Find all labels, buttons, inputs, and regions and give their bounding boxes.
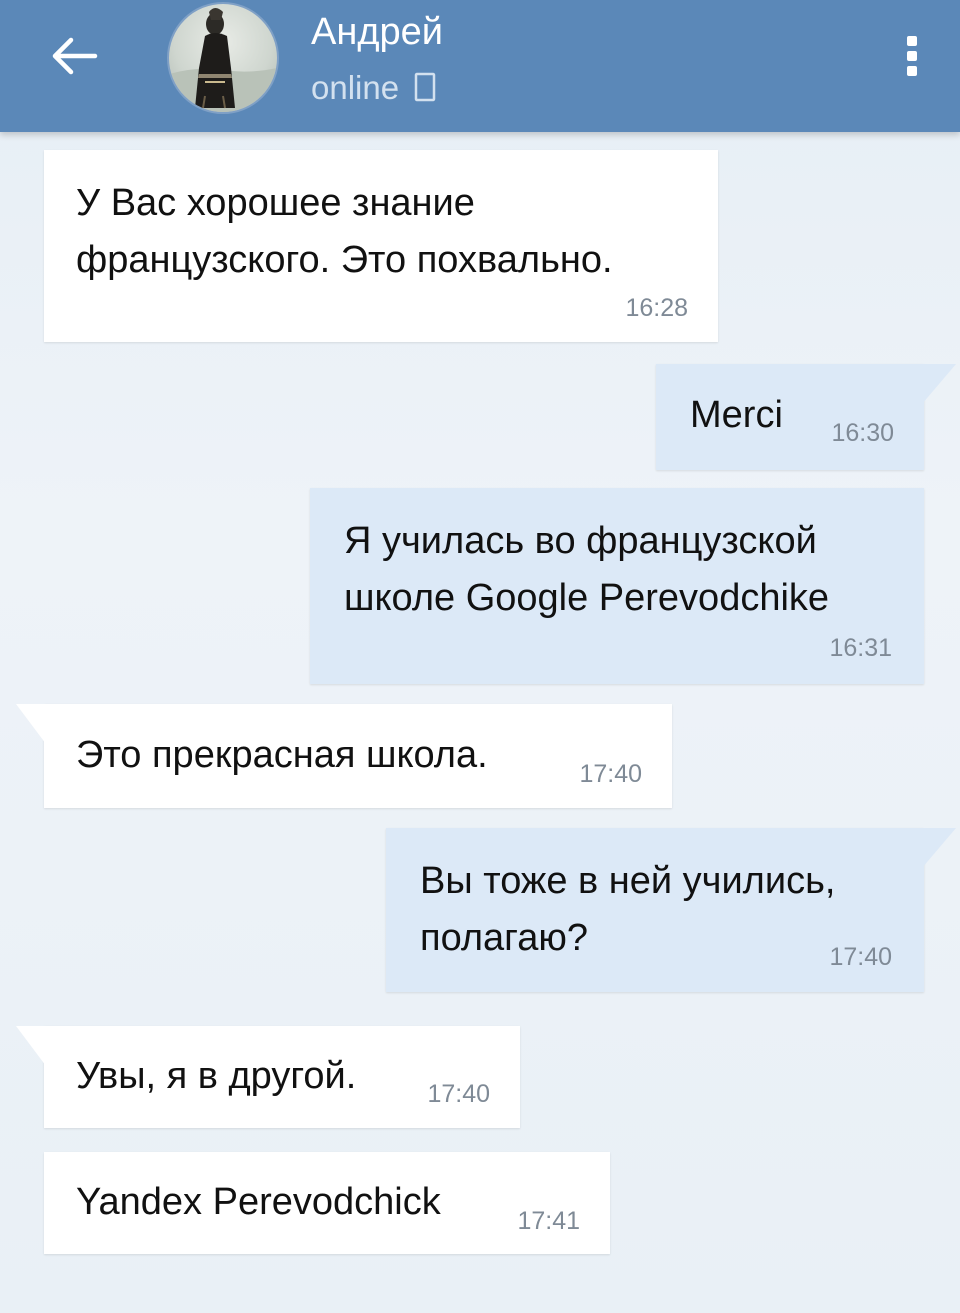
chat-header: Андрей online (0, 0, 960, 132)
message-text: Я училась во французской (344, 520, 817, 562)
bubble-tail (16, 704, 46, 744)
message-time: 16:31 (829, 634, 892, 662)
message-time: 17:40 (829, 943, 892, 971)
message-bubble-incoming[interactable]: Yandex Perevodchick 17:41 (44, 1152, 610, 1254)
arrow-left-icon (52, 37, 98, 75)
person-silhouette-icon (169, 8, 277, 112)
message-text: У Вас хорошее знание (76, 182, 475, 224)
message-time: 17:41 (517, 1207, 580, 1235)
bubble-tail (922, 364, 956, 404)
back-button[interactable] (44, 28, 104, 84)
avatar[interactable] (167, 2, 279, 114)
message-time: 16:30 (831, 419, 894, 447)
more-vertical-icon (907, 36, 917, 76)
bubble-tail (922, 828, 956, 868)
message-bubble-outgoing[interactable]: Merci 16:30 (656, 364, 956, 470)
message-text: полагаю? (420, 917, 588, 959)
message-bubble-outgoing[interactable]: Я училась во французской школе Google Pe… (310, 488, 924, 684)
message-bubble-incoming[interactable]: У Вас хорошее знание французского. Это п… (44, 150, 718, 342)
contact-name[interactable]: Андрей (311, 8, 443, 56)
message-text: школе Google Perevodchike (344, 577, 830, 619)
message-text: Yandex Perevodchick (76, 1181, 441, 1223)
device-icon (415, 72, 436, 102)
status-text: online (311, 69, 400, 106)
message-bubble-incoming[interactable]: Это прекрасная школа. 17:40 (16, 704, 672, 808)
message-text: Вы тоже в ней учились, (420, 860, 836, 902)
message-text: Это прекрасная школа. (76, 734, 488, 776)
message-text: Увы, я в другой. (76, 1055, 357, 1097)
more-menu-button[interactable] (890, 28, 934, 84)
message-time: 16:28 (625, 294, 688, 322)
message-text: Merci (690, 394, 783, 436)
message-time: 17:40 (427, 1080, 490, 1108)
message-time: 17:40 (579, 760, 642, 788)
contact-status: online (311, 66, 436, 110)
bubble-tail (16, 1026, 46, 1066)
message-bubble-outgoing[interactable]: Вы тоже в ней учились, полагаю? 17:40 (386, 828, 956, 992)
message-text: французского. Это похвально. (76, 239, 613, 281)
message-bubble-incoming[interactable]: Увы, я в другой. 17:40 (16, 1026, 520, 1128)
